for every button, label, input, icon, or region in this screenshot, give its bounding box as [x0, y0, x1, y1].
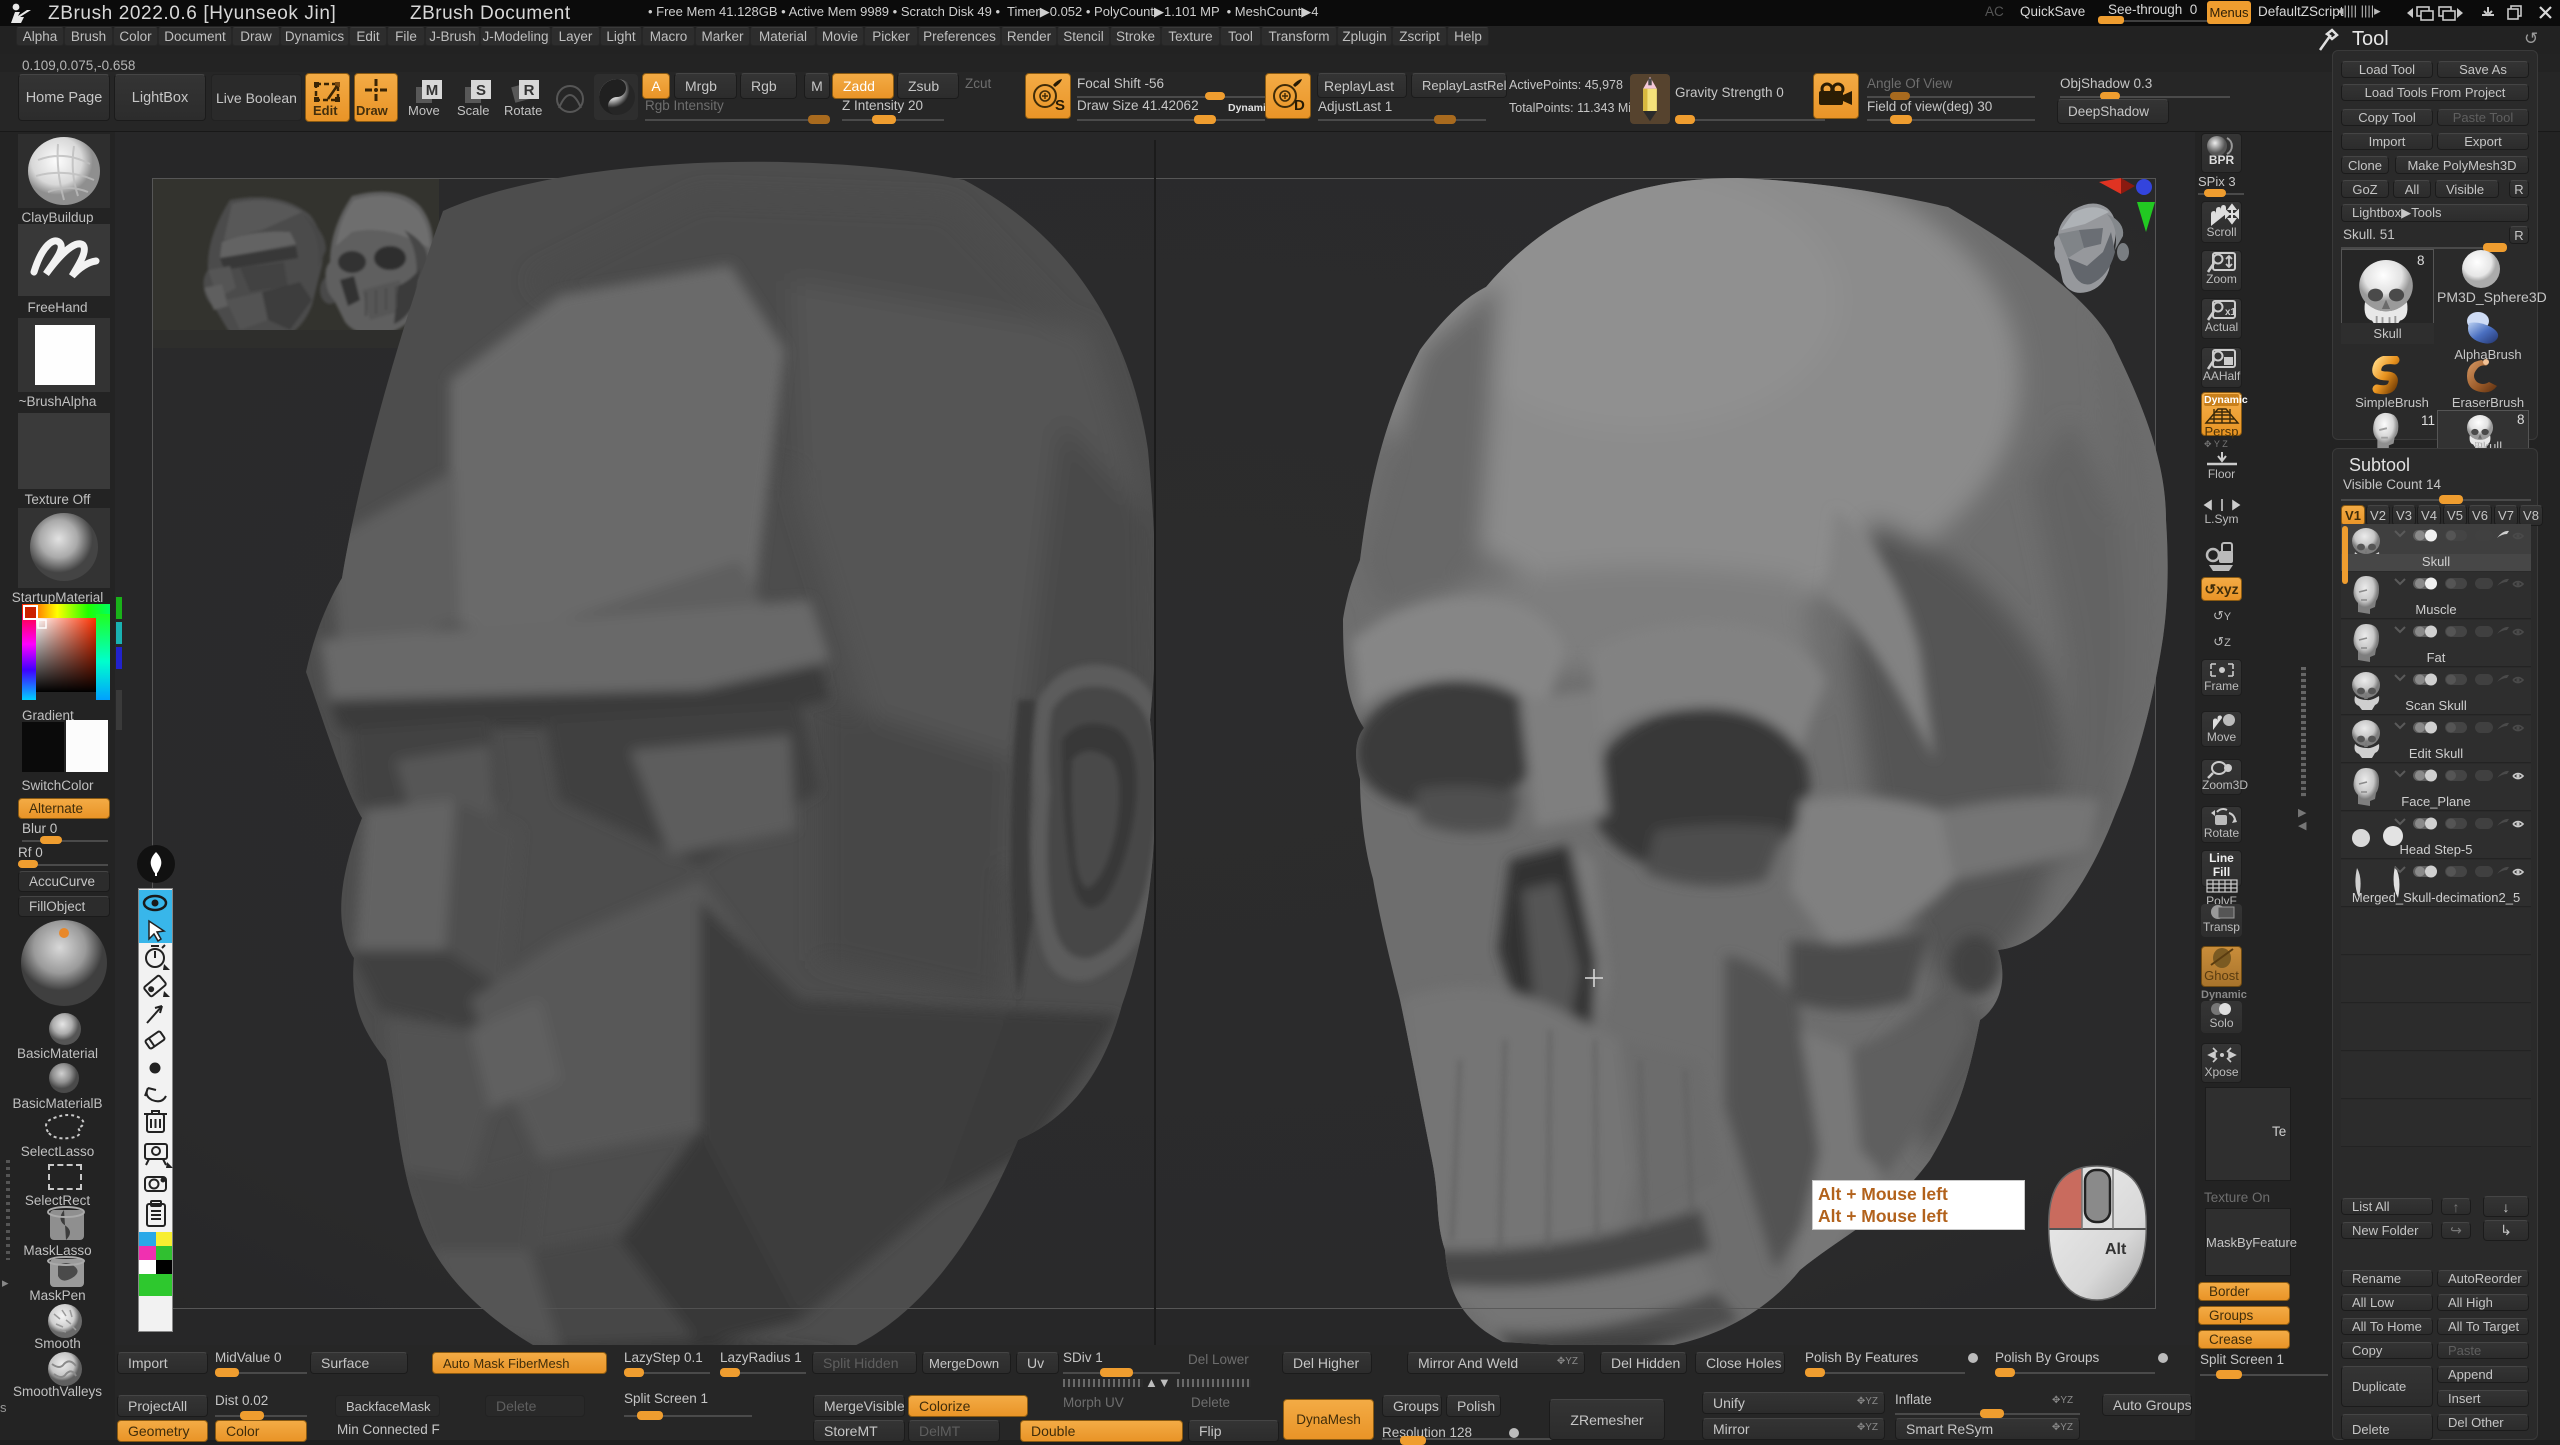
svg-text:x1: x1 — [2225, 307, 2237, 318]
svg-text:M: M — [426, 82, 439, 99]
svg-text:R: R — [524, 82, 535, 99]
svg-text:D: D — [1294, 97, 1305, 114]
svg-text:S: S — [476, 82, 486, 99]
svg-text:S: S — [1055, 97, 1065, 114]
svg-text:Alt: Alt — [2105, 1241, 2127, 1258]
